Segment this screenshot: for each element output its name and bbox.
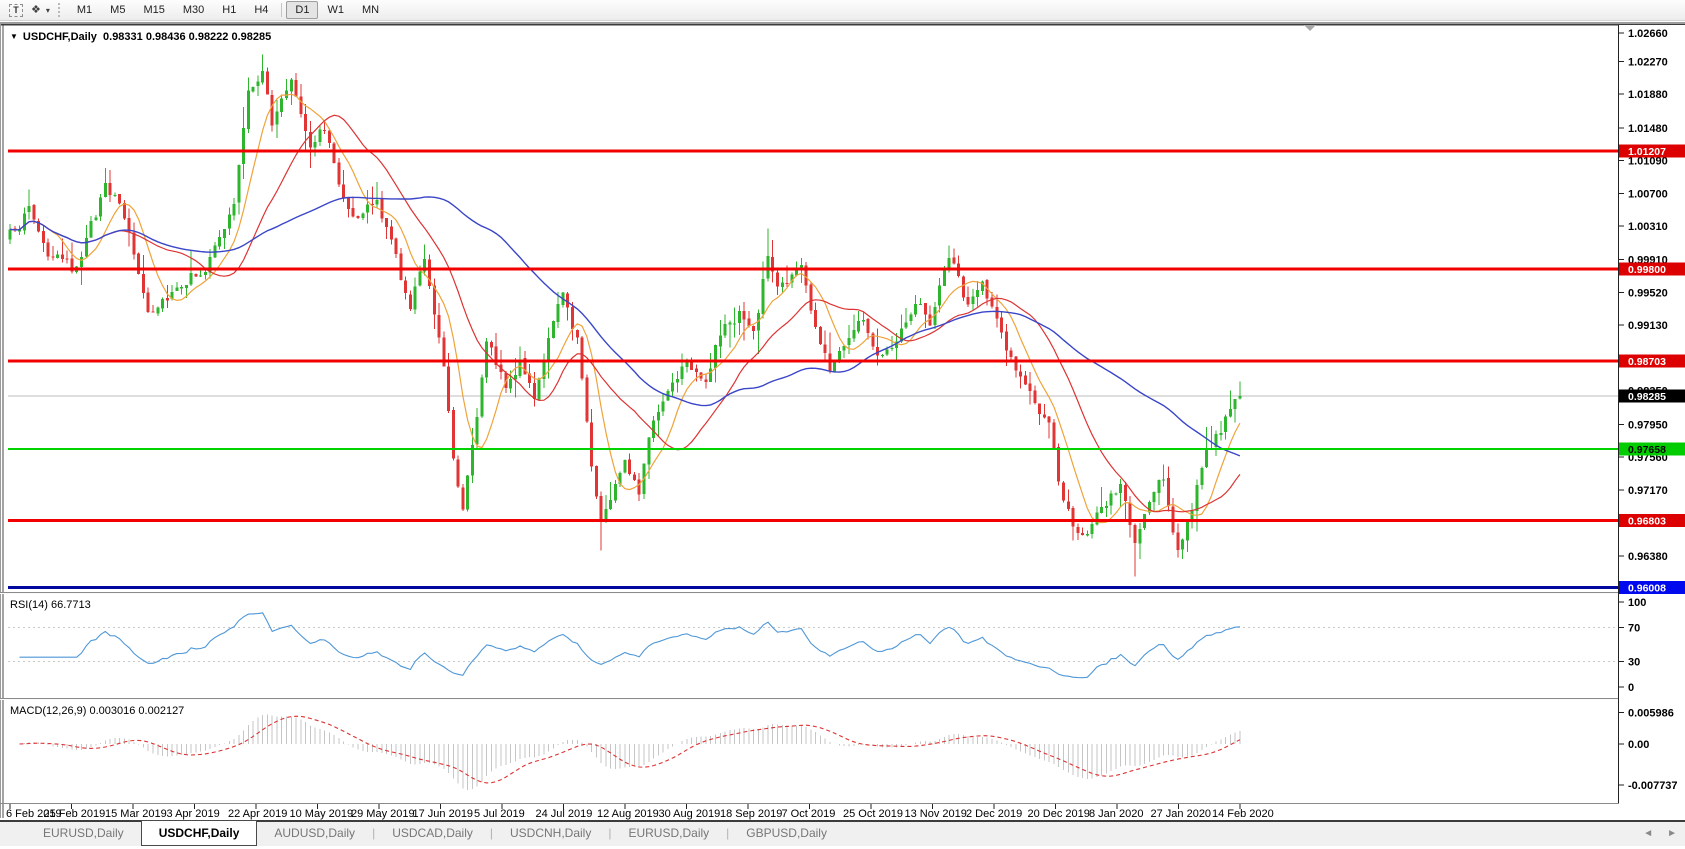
price-tick-label: 1.00310 (1628, 221, 1668, 233)
rsi-current-value: 66.7713 (51, 599, 91, 611)
collapse-icon: ▼ (10, 32, 18, 41)
chart-tab-usdchf-daily[interactable]: USDCHF,Daily (141, 820, 258, 846)
price-tick-label: 0.99130 (1628, 320, 1668, 332)
date-label: 25 Feb 2019 (44, 808, 106, 820)
date-label: 12 Aug 2019 (597, 808, 659, 820)
macd-scale-label: 0.00 (1628, 739, 1649, 751)
date-label: 15 Mar 2019 (105, 808, 167, 820)
macd-name: MACD(12,26,9) (10, 705, 86, 717)
price-tick-label: 1.01480 (1628, 123, 1668, 135)
date-label: 3 Apr 2019 (167, 808, 220, 820)
timeframe-button-m5[interactable]: M5 (101, 1, 134, 19)
date-label: 10 May 2019 (290, 808, 354, 820)
chart-symbol-header: ▼ USDCHF,Daily 0.98331 0.98436 0.98222 0.… (10, 31, 271, 43)
date-label: 29 May 2019 (351, 808, 415, 820)
timeframe-button-d1[interactable]: D1 (286, 1, 318, 19)
metatrader-window: { "toolbar": { "icons": { "text_tool_gly… (0, 0, 1685, 849)
date-label: 25 Oct 2019 (843, 808, 903, 820)
date-label: 24 Jul 2019 (536, 808, 593, 820)
chart-tools-icon: ❖ (31, 5, 41, 16)
timeframe-button-m1[interactable]: M1 (68, 1, 101, 19)
svg-text:0.97658: 0.97658 (1628, 444, 1666, 456)
macd-indicator-label: MACD(12,26,9) 0.003016 0.002127 (10, 705, 184, 717)
price-tick-label: 1.02660 (1628, 28, 1668, 40)
price-label-box-0.98703: 0.98703 (1619, 355, 1685, 369)
rsi-indicator-label: RSI(14) 66.7713 (10, 599, 91, 611)
date-label: 20 Dec 2019 (1028, 808, 1090, 820)
macd-current-values: 0.003016 0.002127 (89, 705, 184, 717)
chart-tab-eurusd-daily[interactable]: EURUSD,Daily (26, 822, 141, 846)
date-label: 8 Jan 2020 (1089, 808, 1143, 820)
date-label: 27 Jan 2020 (1151, 808, 1212, 820)
timeframe-button-h4[interactable]: H4 (245, 1, 277, 19)
rsi-name: RSI(14) (10, 599, 48, 611)
price-label-box-1.01207: 1.01207 (1619, 144, 1685, 158)
price-tick-label: 0.99520 (1628, 287, 1668, 299)
timeframe-button-w1[interactable]: W1 (318, 1, 353, 19)
date-label: 18 Sep 2019 (720, 808, 782, 820)
tab-scroll-right-icon[interactable]: ► (1667, 828, 1677, 839)
chart-tab-bar: EURUSD,DailyUSDCHF,DailyAUDUSD,Daily|USD… (0, 820, 1685, 846)
top-toolbar: T ❖ ▾ M1M5M15M30H1H4 D1W1MN (0, 0, 1685, 21)
price-tick-label: 1.01880 (1628, 89, 1668, 101)
chart-tab-eurusd-daily[interactable]: EURUSD,Daily (611, 822, 726, 846)
date-label: 14 Feb 2020 (1212, 808, 1274, 820)
tab-items: EURUSD,DailyUSDCHF,DailyAUDUSD,Daily|USD… (26, 822, 844, 846)
chart-area[interactable]: 1.026601.022701.018801.014801.010901.007… (0, 0, 1685, 849)
rsi-scale-label: 70 (1628, 623, 1640, 635)
price-label-box-0.96803: 0.96803 (1619, 514, 1685, 528)
price-label-box-0.96008: 0.96008 (1619, 581, 1685, 595)
svg-text:0.98285: 0.98285 (1628, 391, 1666, 403)
ohlc-values: 0.98331 0.98436 0.98222 0.98285 (103, 31, 271, 43)
date-label: 13 Nov 2019 (905, 808, 967, 820)
text-tool-button[interactable]: T (5, 1, 27, 19)
date-label: 17 Jun 2019 (413, 808, 474, 820)
svg-text:0.96803: 0.96803 (1628, 516, 1666, 528)
date-label: 30 Aug 2019 (659, 808, 721, 820)
chart-tab-gbpusd-daily[interactable]: GBPUSD,Daily (729, 822, 844, 846)
price-tick-label: 1.00700 (1628, 188, 1668, 200)
price-label-box-0.97658: 0.97658 (1619, 442, 1685, 456)
timeframe-button-mn[interactable]: MN (353, 1, 388, 19)
text-tool-icon: T (9, 4, 23, 17)
price-tick-label: 0.96380 (1628, 551, 1668, 563)
tab-scroll-buttons: ◄ ► (1643, 828, 1677, 839)
timeframe-button-m15[interactable]: M15 (134, 1, 173, 19)
symbol-label: USDCHF,Daily (23, 31, 97, 43)
date-label: 5 Jul 2019 (474, 808, 525, 820)
rsi-scale-label: 30 (1628, 657, 1640, 669)
timeframe-button-h1[interactable]: H1 (213, 1, 245, 19)
date-label: 7 Oct 2019 (782, 808, 836, 820)
timeframe-button-m30[interactable]: M30 (174, 1, 213, 19)
date-label: 2 Dec 2019 (966, 808, 1022, 820)
chart-tab-usdcad-daily[interactable]: USDCAD,Daily (375, 822, 490, 846)
timeframe-button-group: M1M5M15M30H1H4 D1W1MN (68, 1, 388, 19)
chart-tools-button[interactable]: ❖ ▾ (27, 1, 54, 19)
toolbar-separator (281, 3, 282, 17)
macd-scale-label: 0.005986 (1628, 707, 1674, 719)
rsi-scale-label: 100 (1628, 597, 1646, 609)
svg-text:1.01207: 1.01207 (1628, 146, 1666, 158)
svg-text:0.96008: 0.96008 (1628, 582, 1666, 594)
price-tick-label: 0.97950 (1628, 419, 1668, 431)
svg-text:0.98703: 0.98703 (1628, 356, 1666, 368)
chart-tab-usdcnh-daily[interactable]: USDCNH,Daily (493, 822, 608, 846)
price-tick-label: 0.97170 (1628, 485, 1668, 497)
svg-text:0.99800: 0.99800 (1628, 264, 1666, 276)
chart-tab-audusd-daily[interactable]: AUDUSD,Daily (257, 822, 372, 846)
dropdown-caret-icon: ▾ (46, 6, 50, 15)
tab-scroll-left-icon[interactable]: ◄ (1643, 828, 1653, 839)
toolbar-grip (58, 3, 62, 17)
price-label-box-0.99800: 0.99800 (1619, 262, 1685, 276)
rsi-scale-label: 0 (1628, 682, 1634, 694)
macd-scale-label: -0.007737 (1628, 780, 1678, 792)
date-label: 22 Apr 2019 (228, 808, 287, 820)
price-tick-label: 1.02270 (1628, 56, 1668, 68)
price-label-box-0.98285: 0.98285 (1619, 390, 1685, 404)
